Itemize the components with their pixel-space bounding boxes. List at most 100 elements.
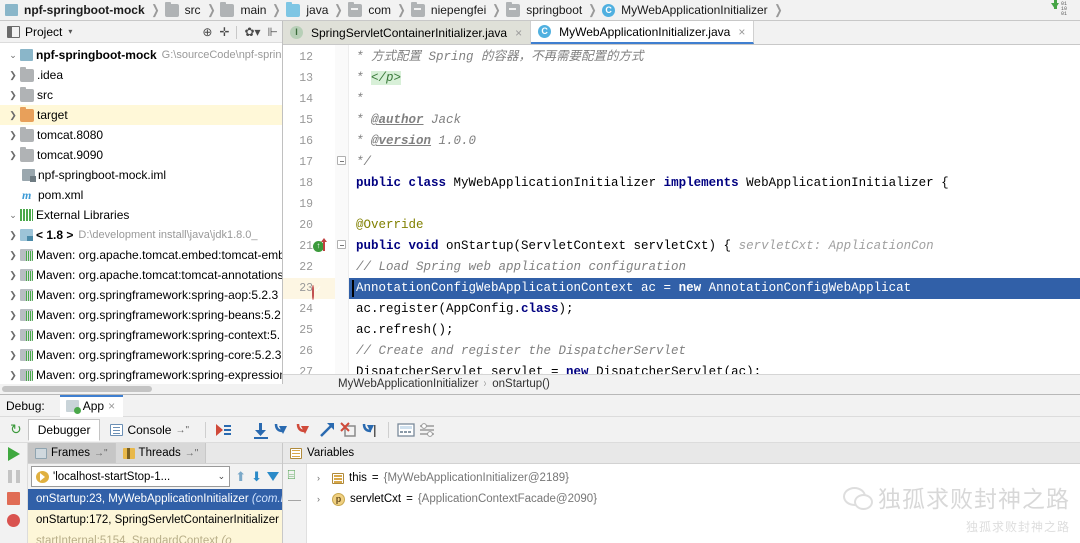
frame-list-item[interactable]: onStartup:172, SpringServletContainerIni… — [28, 510, 282, 531]
settings-layout-icon[interactable] — [417, 420, 439, 440]
chevron-down-icon[interactable]: ▾ — [68, 27, 72, 36]
thread-selector[interactable]: 'localhost-startStop-1... ⌄ — [31, 466, 231, 487]
chevron-right-icon[interactable]: ❯ — [6, 370, 20, 381]
debug-session-tab-app[interactable]: App × — [59, 394, 124, 417]
step-into-icon[interactable] — [272, 420, 294, 440]
chevron-right-icon[interactable]: ❯ — [6, 130, 20, 141]
filter-icon[interactable] — [267, 472, 279, 481]
breadcrumb-item-src[interactable]: src ❯ — [164, 0, 220, 21]
tree-row-maven-lib[interactable]: ❯ Maven: org.springframework:spring-bean… — [0, 305, 282, 325]
project-tree[interactable]: ⌄ npf-springboot-mock G:\sourceCode\npf-… — [0, 43, 282, 393]
close-icon[interactable]: × — [108, 399, 115, 413]
tree-row-tomcat-8080[interactable]: ❯ tomcat.8080 — [0, 125, 282, 145]
tree-row-external-libraries[interactable]: ⌄ External Libraries — [0, 205, 282, 225]
editor-body[interactable]: 12 13 14 15 16 17 18 19 20 21 ↑ 22 23 ✓ … — [283, 45, 1080, 374]
tab-spring-servlet-container-initializer[interactable]: I SpringServletContainerInitializer.java… — [283, 21, 532, 44]
project-horizontal-scrollbar[interactable] — [0, 384, 283, 393]
scrollbar-thumb[interactable] — [2, 386, 152, 392]
settings-icon[interactable]: ✿▾ — [244, 26, 260, 38]
breadcrumb-item-java[interactable]: java ❯ — [285, 0, 347, 21]
chevron-right-icon[interactable]: ❯ — [6, 270, 20, 281]
download-binary-icon[interactable]: 01 10 01 — [1050, 0, 1072, 18]
pause-icon[interactable] — [7, 470, 20, 483]
step-over-icon[interactable] — [250, 420, 272, 440]
drop-frame-icon[interactable] — [338, 420, 360, 440]
fold-marker-icon[interactable] — [337, 240, 346, 249]
evaluate-expression-icon[interactable]: ⌸ — [288, 468, 302, 482]
tree-row-target[interactable]: ❯ target — [0, 105, 282, 125]
chevron-right-icon[interactable]: › — [317, 489, 327, 510]
evaluate-expression-icon[interactable] — [395, 420, 417, 440]
tree-row-pom[interactable]: m pom.xml — [0, 185, 282, 205]
breadcrumb-item-main[interactable]: main ❯ — [219, 0, 285, 21]
tree-row-idea[interactable]: ❯ .idea — [0, 65, 282, 85]
tree-row-iml[interactable]: npf-springboot-mock.iml — [0, 165, 282, 185]
breadcrumb-item-class[interactable]: C MyWebApplicationInitializer ❯ — [601, 0, 786, 21]
chevron-right-icon[interactable]: ❯ — [6, 290, 20, 301]
breadcrumb-class[interactable]: MyWebApplicationInitializer — [338, 378, 478, 390]
frame-list-item[interactable]: onStartup:23, MyWebApplicationInitialize… — [28, 489, 282, 510]
tree-row-maven-lib[interactable]: ❯ Maven: org.springframework:spring-cont… — [0, 325, 282, 345]
chevron-right-icon[interactable]: ❯ — [6, 110, 20, 121]
close-icon[interactable]: × — [515, 26, 522, 40]
chevron-right-icon[interactable]: ❯ — [6, 90, 20, 101]
expand-collapse-icon[interactable]: ✛ — [219, 26, 229, 38]
variable-row[interactable]: › p servletCxt = {ApplicationContextFaca… — [307, 489, 1080, 510]
tab-threads[interactable]: Threads →" — [115, 443, 207, 463]
chevron-right-icon[interactable]: ❯ — [6, 330, 20, 341]
chevron-down-icon[interactable]: ⌄ — [218, 471, 226, 482]
chevron-down-icon[interactable]: ⌄ — [6, 50, 20, 61]
frame-up-icon[interactable]: ⬆ — [235, 469, 246, 485]
breadcrumb-item-niepengfei[interactable]: niepengfei ❯ — [410, 0, 505, 21]
chevron-right-icon[interactable]: › — [317, 468, 327, 489]
tree-row-maven-lib[interactable]: ❯ Maven: org.apache.tomcat.embed:tomcat-… — [0, 245, 282, 265]
chevron-right-icon[interactable]: ❯ — [6, 250, 20, 261]
pin-icon[interactable]: →" — [185, 448, 199, 459]
chevron-down-icon[interactable]: ⌄ — [6, 210, 20, 221]
chevron-right-icon[interactable]: ❯ — [6, 70, 20, 81]
tab-my-web-application-initializer[interactable]: C MyWebApplicationInitializer.java × — [531, 21, 755, 44]
editor-fold-column[interactable] — [335, 45, 349, 374]
tab-console[interactable]: Console →" — [100, 419, 200, 441]
run-to-cursor-icon[interactable] — [360, 420, 382, 440]
variable-row[interactable]: › this = {MyWebApplicationInitializer@21… — [307, 468, 1080, 489]
stop-icon[interactable] — [7, 492, 20, 505]
tab-debugger[interactable]: Debugger — [27, 419, 101, 441]
force-step-into-icon[interactable] — [294, 420, 316, 440]
tab-frames[interactable]: Frames →" — [28, 443, 116, 463]
project-pane-title[interactable]: Project — [25, 25, 62, 39]
breadcrumb-item-com[interactable]: com ❯ — [347, 0, 410, 21]
tree-row-maven-lib[interactable]: ❯ Maven: org.apache.tomcat:tomcat-annota… — [0, 265, 282, 285]
breadcrumb-item-springboot[interactable]: springboot ❯ — [505, 0, 601, 21]
resume-icon[interactable] — [7, 447, 20, 461]
variables-list[interactable]: › this = {MyWebApplicationInitializer@21… — [307, 464, 1080, 543]
chevron-right-icon[interactable]: ❯ — [6, 350, 20, 361]
pin-icon[interactable]: →" — [94, 448, 108, 459]
editor-code-area[interactable]: * 方式配置 Spring 的容器，不再需要配置的方式 * </p> * * @… — [349, 45, 1080, 374]
fold-marker-icon[interactable] — [337, 156, 346, 165]
rerun-icon[interactable]: ↻ — [4, 421, 28, 438]
chevron-right-icon[interactable]: ❯ — [6, 150, 20, 161]
frame-down-icon[interactable]: ⬇ — [251, 469, 262, 485]
frame-list-item[interactable]: startInternal:5154, StandardContext (o — [28, 531, 282, 543]
breadcrumb-item-module[interactable]: npf-springboot-mock ❯ — [4, 0, 164, 21]
mute-breakpoints-icon[interactable] — [7, 514, 20, 527]
editor-gutter[interactable]: 12 13 14 15 16 17 18 19 20 21 ↑ 22 23 ✓ … — [283, 45, 335, 374]
locate-icon[interactable]: ⊕ — [202, 26, 212, 38]
tree-row-jdk[interactable]: ❯ < 1.8 > D:\development install\java\jd… — [0, 225, 282, 245]
tree-row-maven-lib[interactable]: ❯ Maven: org.springframework:spring-core… — [0, 345, 282, 365]
tree-row-module[interactable]: ⌄ npf-springboot-mock G:\sourceCode\npf-… — [0, 45, 282, 65]
pin-icon[interactable]: →" — [175, 425, 189, 436]
hide-icon[interactable]: ⊩ — [268, 26, 278, 38]
tree-row-src[interactable]: ❯ src — [0, 85, 282, 105]
show-execution-point-icon[interactable] — [212, 420, 234, 440]
collapse-icon[interactable]: — — [288, 492, 301, 507]
tree-row-maven-lib[interactable]: ❯ Maven: org.springframework:spring-expr… — [0, 365, 282, 385]
close-icon[interactable]: × — [738, 25, 745, 39]
step-out-icon[interactable] — [316, 420, 338, 440]
chevron-right-icon[interactable]: ❯ — [6, 230, 20, 241]
tree-row-tomcat-9090[interactable]: ❯ tomcat.9090 — [0, 145, 282, 165]
frames-list[interactable]: onStartup:23, MyWebApplicationInitialize… — [28, 489, 282, 543]
tree-row-maven-lib[interactable]: ❯ Maven: org.springframework:spring-aop:… — [0, 285, 282, 305]
breadcrumb-method[interactable]: onStartup() — [492, 378, 550, 390]
